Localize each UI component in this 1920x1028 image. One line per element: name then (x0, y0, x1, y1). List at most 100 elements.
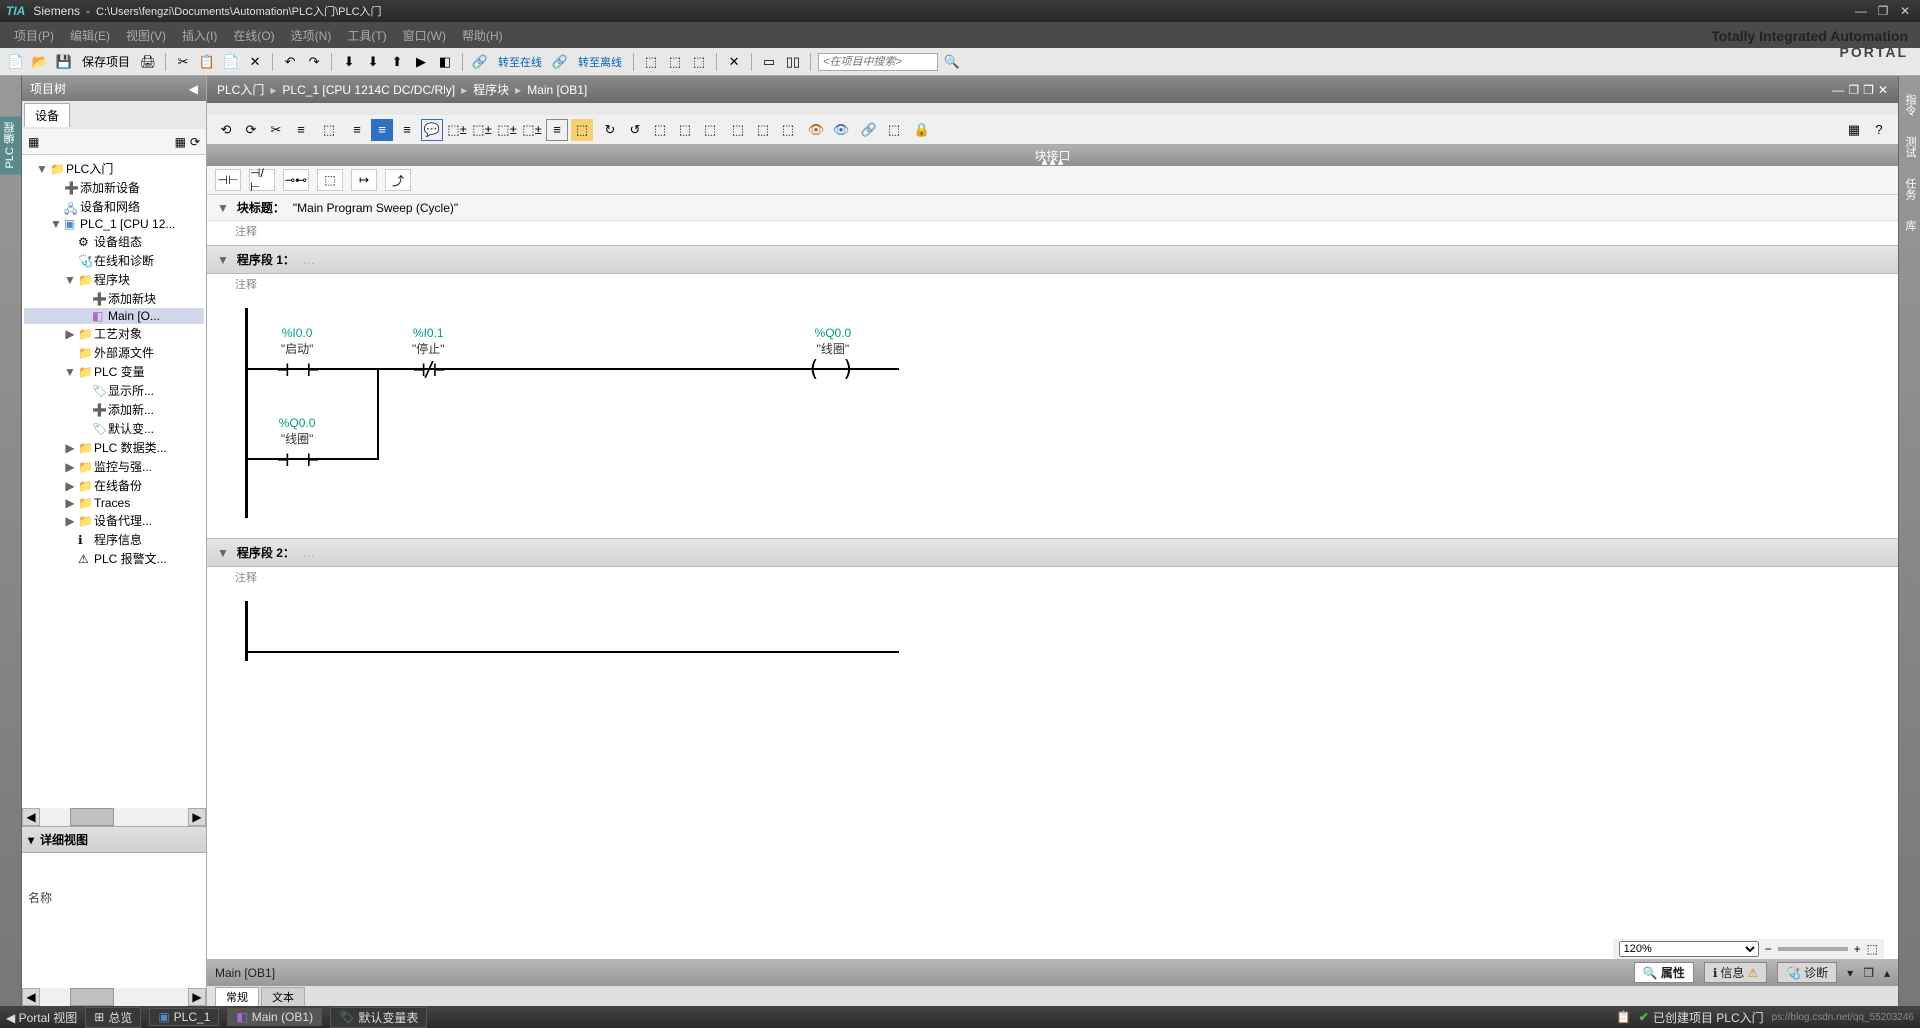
undo-button[interactable]: ↶ (280, 52, 300, 72)
tree-default-tags[interactable]: 🏷默认变... (24, 419, 204, 438)
devices-tab[interactable]: 设备 (24, 103, 70, 127)
contact-q0-0[interactable]: %Q0.0 "线圈" ⊣ ⊢ (277, 416, 317, 471)
network-2-header[interactable]: ▼ 程序段 2： … (207, 538, 1898, 567)
print-button[interactable]: 🖨 (138, 52, 158, 72)
menu-edit[interactable]: 编辑(E) (64, 25, 116, 46)
tree-online-diag[interactable]: 🩺在线和诊断 (24, 251, 204, 270)
menu-options[interactable]: 选项(N) (285, 25, 338, 46)
crumb-plc[interactable]: PLC_1 [CPU 1214C DC/DC/Rly] (282, 83, 455, 97)
et-btn-5[interactable]: ⬚ (318, 119, 340, 141)
et-network-cut[interactable]: ≡ (371, 119, 393, 141)
et-btn-view[interactable]: ▦ (1843, 119, 1865, 141)
tree-add-device[interactable]: ➕添加新设备 (24, 178, 204, 197)
menu-help[interactable]: 帮助(H) (456, 25, 509, 46)
zoom-out-icon[interactable]: − (1765, 942, 1772, 956)
detail-hscroll[interactable]: ◀ ▶ (22, 988, 206, 1006)
right-vtab-tasks[interactable]: 任务 (1899, 170, 1920, 208)
upload-button[interactable]: ⬆ (387, 52, 407, 72)
right-vtab-libs[interactable]: 库 (1899, 212, 1920, 239)
tb-close-icon[interactable]: ✕ (724, 52, 744, 72)
editor-restore-icon[interactable]: ❐ (1863, 83, 1874, 97)
tree-device-config[interactable]: ⚙设备组态 (24, 232, 204, 251)
collapse-tree-icon[interactable]: ◀ (189, 82, 198, 96)
et-btn-13[interactable]: ⬚± (521, 119, 543, 141)
menu-insert[interactable]: 插入(I) (176, 25, 223, 46)
props-tab-info[interactable]: ℹ信息⚠ (1704, 962, 1767, 983)
tree-plc1[interactable]: ▼▣PLC_1 [CPU 12... (24, 216, 204, 232)
block-comment[interactable]: 注释 (207, 221, 1898, 245)
scroll-left-icon[interactable]: ◀ (22, 808, 40, 826)
go-offline-button[interactable]: 转至离线 (574, 54, 626, 70)
et-btn-17[interactable]: ↺ (624, 119, 646, 141)
block-title-value[interactable]: "Main Program Sweep (Cycle)" (293, 201, 458, 215)
tree-online-backup[interactable]: ▶📁在线备份 (24, 476, 204, 495)
et-btn-22[interactable]: ⬚ (752, 119, 774, 141)
palette-branch-open[interactable]: ↦ (351, 169, 377, 191)
et-btn-3[interactable]: ✂ (265, 119, 287, 141)
et-btn-2[interactable]: ⟳ (240, 119, 262, 141)
tree-program-info[interactable]: ℹ程序信息 (24, 530, 204, 549)
tree-plc-tags[interactable]: ▼📁PLC 变量 (24, 362, 204, 381)
tree-program-blocks[interactable]: ▼📁程序块 (24, 270, 204, 289)
tree-tech-objects[interactable]: ▶📁工艺对象 (24, 324, 204, 343)
network-1-comment[interactable]: 注释 (207, 274, 1898, 298)
menu-online[interactable]: 在线(O) (227, 25, 280, 46)
tree-tool-2[interactable]: ▦ (175, 135, 186, 149)
tree-plc-datatypes[interactable]: ▶📁PLC 数据类... (24, 438, 204, 457)
et-network-new[interactable]: ≡ (346, 119, 368, 141)
et-btn-help[interactable]: ? (1868, 119, 1890, 141)
et-btn-28[interactable]: 🔒 (911, 119, 933, 141)
props-tab-properties[interactable]: 🔍属性 (1634, 962, 1694, 983)
palette-no-contact[interactable]: ⊣⊢ (215, 169, 241, 191)
et-btn-4[interactable]: ≡ (290, 119, 312, 141)
minimize-button[interactable]: — (1852, 4, 1870, 18)
copy-button[interactable]: 📋 (197, 52, 217, 72)
new-project-button[interactable]: 📄 (6, 52, 26, 72)
props-close-icon[interactable]: ▴ (1884, 966, 1890, 980)
scroll-right-icon[interactable]: ▶ (188, 808, 206, 826)
go-online-button[interactable]: 转至在线 (494, 54, 546, 70)
et-comment[interactable]: 💬 (421, 119, 443, 141)
palette-coil[interactable]: ⊸⊷ (283, 169, 309, 191)
palette-branch-close[interactable]: ⤴ (385, 169, 411, 191)
palette-nc-contact[interactable]: ⊣/⊢ (249, 169, 275, 191)
trace-button[interactable]: ◧ (435, 52, 455, 72)
sb-tab-tags[interactable]: 🏷默认变量表 (330, 1007, 427, 1028)
close-button[interactable]: ✕ (1896, 4, 1914, 18)
tree-plc-alarms[interactable]: ⚠PLC 报警文... (24, 549, 204, 568)
et-monitor-on[interactable]: 👁 (805, 119, 827, 141)
sim-button[interactable]: ▶ (411, 52, 431, 72)
contact-i0-1[interactable]: %I0.1 "停止" ⊣/⊢ (412, 326, 445, 381)
tree-devices-networks[interactable]: 🖧设备和网络 (24, 197, 204, 216)
search-button[interactable]: 🔍 (942, 52, 962, 72)
tree-root[interactable]: ▼📁PLC入门 (24, 159, 204, 178)
tree-show-all-tags[interactable]: 🏷显示所... (24, 381, 204, 400)
menu-project[interactable]: 项目(P) (8, 25, 60, 46)
et-btn-11[interactable]: ⬚± (471, 119, 493, 141)
compile-button[interactable]: ⬇ (339, 52, 359, 72)
menu-tools[interactable]: 工具(T) (341, 25, 392, 46)
network-2-body[interactable] (207, 591, 1898, 691)
network-1-header[interactable]: ▼ 程序段 1： … (207, 245, 1898, 274)
block-interface-bar[interactable]: 块接口 ▴▴▴ (207, 145, 1898, 166)
crumb-project[interactable]: PLC入门 (217, 81, 264, 98)
delete-button[interactable]: ✕ (245, 52, 265, 72)
et-btn-10[interactable]: ⬚± (446, 119, 468, 141)
et-btn-12[interactable]: ⬚± (496, 119, 518, 141)
go-offline-icon[interactable]: 🔗 (550, 52, 570, 72)
sb-tab-main[interactable]: ◧Main (OB1) (227, 1008, 322, 1026)
tree-traces[interactable]: ▶📁Traces (24, 495, 204, 511)
crumb-main[interactable]: Main [OB1] (527, 83, 587, 97)
props-subtab-text[interactable]: 文本 (261, 987, 305, 1006)
et-btn-21[interactable]: ⬚ (727, 119, 749, 141)
sb-tab-overview[interactable]: ⊞总览 (85, 1007, 141, 1028)
et-btn-27[interactable]: ⬚ (883, 119, 905, 141)
scroll-left-icon[interactable]: ◀ (22, 988, 40, 1006)
split-h-button[interactable]: ▭ (759, 52, 779, 72)
et-btn-23[interactable]: ⬚ (777, 119, 799, 141)
tree-hscroll[interactable]: ◀ ▶ (22, 808, 206, 826)
et-btn-20[interactable]: ⬚ (699, 119, 721, 141)
props-tab-diag[interactable]: 🩺诊断 (1777, 962, 1837, 983)
go-online-icon[interactable]: 🔗 (470, 52, 490, 72)
tb-icon-1[interactable]: ⬚ (641, 52, 661, 72)
